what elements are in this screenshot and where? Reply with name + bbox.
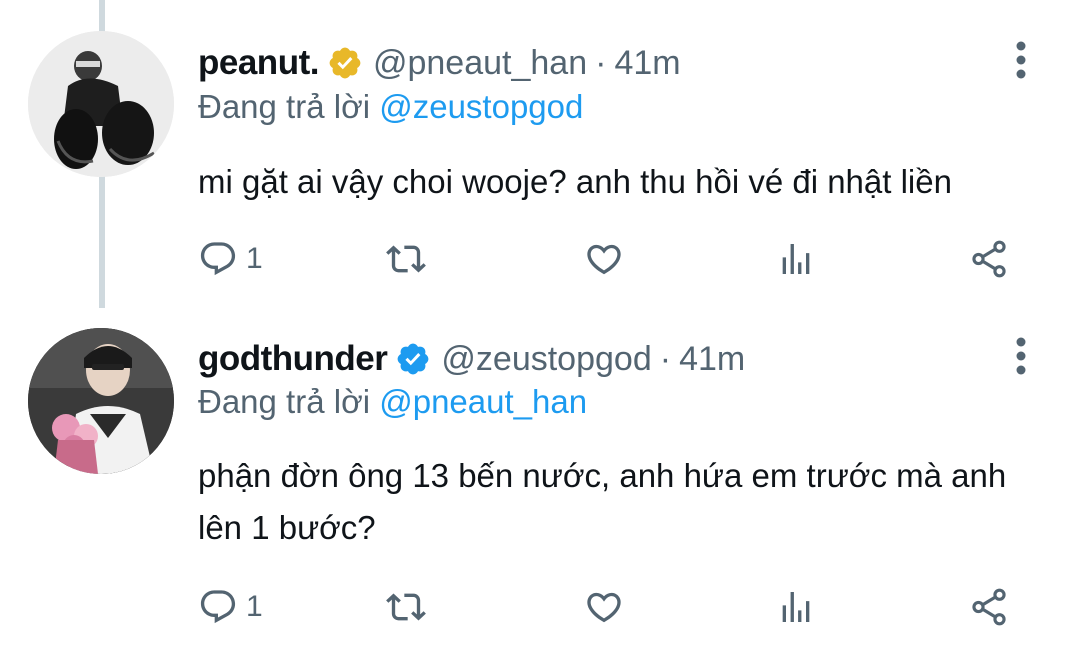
username-handle[interactable]: @zeustopgod (441, 340, 651, 379)
heart-icon (584, 239, 624, 279)
tweet-reply-godthunder[interactable]: godthunder @zeustopgod · 41m Đang trả lờ… (0, 308, 1080, 672)
views-button[interactable] (776, 236, 816, 282)
tweet-reply-peanut[interactable]: peanut. @pneaut_han · 41m Đang trả lời @… (0, 0, 1080, 308)
timestamp[interactable]: 41m (614, 44, 680, 83)
display-name[interactable]: godthunder (198, 339, 388, 379)
verified-badge-icon (395, 341, 431, 377)
share-button[interactable] (968, 236, 1010, 282)
tweet-text: mi gặt ai vậy choi wooje? anh thu hồi vé… (198, 163, 952, 200)
tweet-actions: 1 (198, 236, 1028, 282)
tweet-actions: 1 (198, 584, 1028, 630)
replying-to-line: Đang trả lời @zeustopgod (198, 88, 583, 126)
retweet-button[interactable] (386, 236, 426, 282)
replying-to-line: Đang trả lời @pneaut_han (198, 383, 587, 421)
verified-badge-icon (327, 45, 363, 81)
views-icon (776, 239, 816, 279)
retweet-button[interactable] (386, 584, 426, 630)
heart-icon (584, 587, 624, 627)
like-button[interactable] (584, 236, 624, 282)
tweet-text: phận đờn ông 13 bến nước, anh hứa em trư… (198, 457, 1007, 546)
replying-to-label: Đang trả lời (198, 88, 371, 125)
tweet-header: godthunder @zeustopgod · 41m (198, 336, 745, 382)
timestamp[interactable]: 41m (679, 340, 745, 379)
tweet-header: peanut. @pneaut_han · 41m (198, 40, 681, 86)
reply-icon (198, 239, 238, 279)
share-icon (968, 586, 1010, 628)
username-handle[interactable]: @pneaut_han (373, 44, 587, 83)
replying-to-label: Đang trả lời (198, 383, 371, 420)
views-icon (776, 587, 816, 627)
more-options-icon[interactable] (1010, 40, 1032, 86)
views-button[interactable] (776, 584, 816, 630)
separator-dot: · (595, 43, 607, 82)
reply-count: 1 (246, 242, 263, 275)
avatar[interactable] (28, 328, 174, 474)
share-icon (968, 238, 1010, 280)
more-options-icon[interactable] (1010, 336, 1032, 382)
retweet-icon (386, 239, 426, 279)
display-name[interactable]: peanut. (198, 43, 319, 83)
avatar[interactable] (28, 31, 174, 177)
separator-dot: · (659, 339, 672, 378)
share-button[interactable] (968, 584, 1010, 630)
reply-count: 1 (246, 590, 263, 623)
like-button[interactable] (584, 584, 624, 630)
replying-to-mention[interactable]: @zeustopgod (379, 88, 583, 125)
retweet-icon (386, 587, 426, 627)
replying-to-mention[interactable]: @pneaut_han (379, 383, 587, 420)
reply-button[interactable]: 1 (198, 584, 263, 630)
reply-button[interactable]: 1 (198, 236, 263, 282)
reply-icon (198, 587, 238, 627)
